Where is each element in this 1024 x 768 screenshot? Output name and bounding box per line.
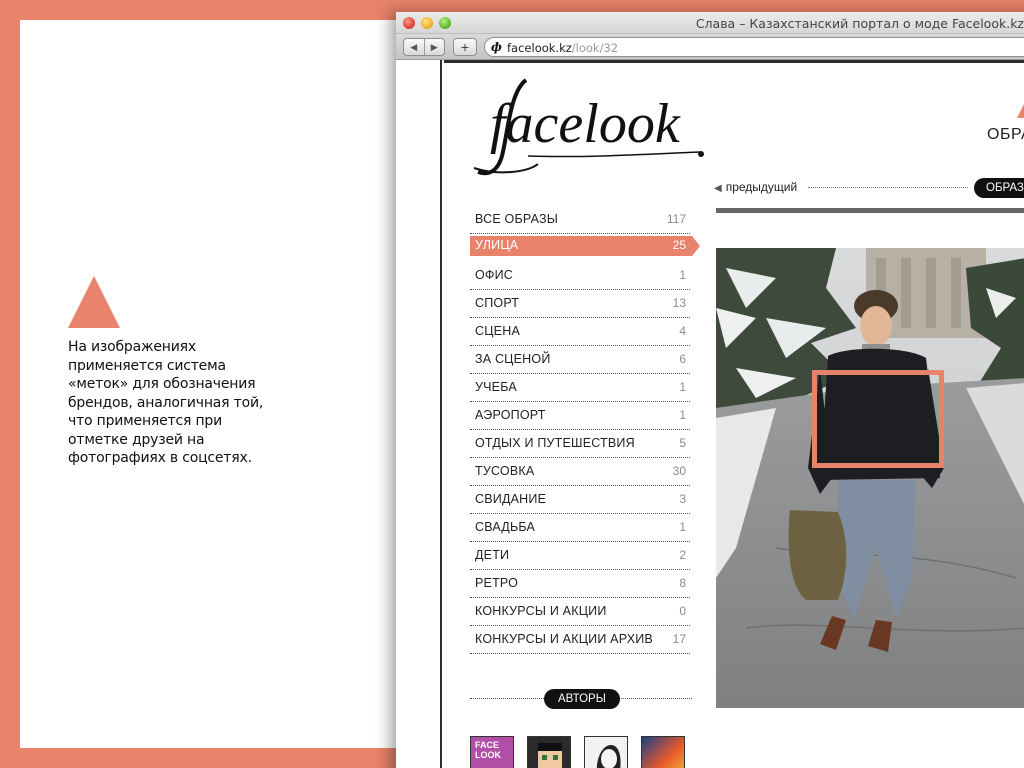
- category-count: 8: [679, 576, 686, 590]
- category-item[interactable]: ТУСОВКА 30: [470, 458, 690, 486]
- category-count: 25: [672, 238, 686, 252]
- author-thumbnail-text: FACE LOOK: [475, 740, 501, 760]
- category-count: 30: [672, 464, 686, 478]
- category-item[interactable]: АЭРОПОРТ 1: [470, 402, 690, 430]
- category-label: СПОРТ: [475, 296, 520, 310]
- nav-triangle-icon: [1017, 102, 1024, 118]
- category-count: 4: [679, 324, 686, 338]
- category-label: ЗА СЦЕНОЙ: [475, 352, 551, 366]
- slide-border-left: [0, 0, 20, 768]
- category-item[interactable]: СВАДЬБА 1: [470, 514, 690, 542]
- category-label: ОТДЫХ И ПУТЕШЕСТВИЯ: [475, 436, 635, 450]
- slide-border-bottom: [0, 748, 400, 768]
- zoom-window-button[interactable]: [439, 17, 451, 29]
- portrait-sketch-icon: [596, 745, 621, 768]
- category-label: СВИДАНИЕ: [475, 492, 547, 506]
- author-thumbnail[interactable]: FACE LOOK: [470, 736, 514, 768]
- active-category-arrow-icon: [692, 236, 700, 256]
- category-item[interactable]: ВСЕ ОБРАЗЫ 117: [470, 206, 690, 234]
- look-photo[interactable]: [716, 248, 1024, 708]
- title-bar: Слава – Казахстанский портал о моде Face…: [396, 12, 1024, 34]
- category-label: ОФИС: [475, 268, 514, 282]
- category-list: ВСЕ ОБРАЗЫ 117 УЛИЦА 25 ОФИС 1 СПОРТ 13 СЦЕНА 4 ЗА…: [470, 206, 700, 654]
- author-thumbnails: FACE LOOK: [470, 736, 685, 768]
- dotted-divider: [808, 187, 968, 188]
- category-label: КОНКУРСЫ И АКЦИИ АРХИВ: [475, 632, 653, 646]
- logo-text: facelook: [490, 93, 681, 155]
- category-label: УЧЕБА: [475, 380, 517, 394]
- category-count: 5: [679, 436, 686, 450]
- category-item[interactable]: КОНКУРСЫ И АКЦИИ 0: [470, 598, 690, 626]
- category-item[interactable]: УЧЕБА 1: [470, 374, 690, 402]
- previous-look-link[interactable]: ◀ предыдущий: [714, 180, 797, 194]
- author-thumbnail[interactable]: [641, 736, 685, 768]
- category-label: ВСЕ ОБРАЗЫ: [475, 212, 558, 226]
- category-item[interactable]: КОНКУРСЫ И АКЦИИ АРХИВ 17: [470, 626, 690, 654]
- brand-tag-box[interactable]: [812, 370, 944, 468]
- address-bar[interactable]: ф facelook.kz/look/32: [484, 37, 1024, 57]
- page-top-rule: [444, 60, 1024, 63]
- category-count: 2: [679, 548, 686, 562]
- category-item[interactable]: СЦЕНА 4: [470, 318, 690, 346]
- browser-toolbar: ◀ ▶ + ф facelook.kz/look/32: [396, 34, 1024, 60]
- category-label: РЕТРО: [475, 576, 519, 590]
- category-label: КОНКУРСЫ И АКЦИИ: [475, 604, 607, 618]
- site-favicon-icon: ф: [491, 40, 502, 54]
- add-bookmark-button[interactable]: +: [453, 38, 477, 56]
- photo-top-bar: [716, 208, 1024, 213]
- url-path: /look/32: [571, 41, 619, 55]
- category-count: 6: [679, 352, 686, 366]
- category-label: АЭРОПОРТ: [475, 408, 546, 422]
- category-item[interactable]: СПОРТ 13: [470, 290, 690, 318]
- window-title: Слава – Казахстанский портал о моде Face…: [695, 16, 1024, 31]
- category-count: 3: [679, 492, 686, 506]
- author-thumbnail[interactable]: [527, 736, 571, 768]
- close-window-button[interactable]: [403, 17, 415, 29]
- minimize-window-button[interactable]: [421, 17, 433, 29]
- forward-button[interactable]: ▶: [423, 39, 445, 55]
- looks-button[interactable]: ОБРАЗЫ: [974, 178, 1024, 198]
- street-photo-illustration: [716, 248, 1024, 708]
- url-domain: facelook.kz: [507, 41, 572, 55]
- category-label: ДЕТИ: [475, 548, 510, 562]
- pixel-avatar-icon: [538, 743, 562, 768]
- back-button[interactable]: ◀: [404, 39, 424, 55]
- history-buttons: ◀ ▶: [403, 38, 445, 56]
- category-label: УЛИЦА: [475, 238, 519, 252]
- category-label: СВАДЬБА: [475, 520, 536, 534]
- url-text: facelook.kz/look/32: [507, 41, 618, 55]
- category-count: 1: [679, 520, 686, 534]
- authors-button[interactable]: АВТОРЫ: [544, 689, 620, 709]
- category-item[interactable]: РЕТРО 8: [470, 570, 690, 598]
- category-item[interactable]: ЗА СЦЕНОЙ 6: [470, 346, 690, 374]
- page-gutter: [396, 60, 442, 768]
- category-item[interactable]: ОТДЫХ И ПУТЕШЕСТВИЯ 5: [470, 430, 690, 458]
- author-thumbnail[interactable]: [584, 736, 628, 768]
- category-count: 17: [672, 632, 686, 646]
- category-count: 0: [679, 604, 686, 618]
- facelook-logo[interactable]: facelook: [468, 72, 708, 182]
- category-count: 117: [666, 212, 686, 226]
- previous-look-label: предыдущий: [725, 180, 798, 194]
- slide-caption: На изображениях применяется система «мет…: [68, 339, 264, 466]
- category-count: 1: [679, 380, 686, 394]
- chevron-left-icon: ◀: [714, 183, 722, 194]
- category-item[interactable]: ДЕТИ 2: [470, 542, 690, 570]
- browser-window: Слава – Казахстанский портал о моде Face…: [396, 12, 1024, 768]
- category-label: ТУСОВКА: [475, 464, 535, 478]
- category-count: 1: [679, 408, 686, 422]
- category-item[interactable]: УЛИЦА 25: [470, 234, 700, 262]
- category-item[interactable]: СВИДАНИЕ 3: [470, 486, 690, 514]
- triangle-icon: [68, 276, 120, 328]
- web-page: facelook ОБРАЗ ◀предыдущий ОБРАЗЫ ВСЕ ОБ…: [396, 60, 1024, 768]
- category-label: СЦЕНА: [475, 324, 520, 338]
- category-item[interactable]: ОФИС 1: [470, 262, 690, 290]
- category-count: 1: [679, 268, 686, 282]
- category-count: 13: [672, 296, 686, 310]
- nav-label[interactable]: ОБРАЗ: [987, 126, 1024, 144]
